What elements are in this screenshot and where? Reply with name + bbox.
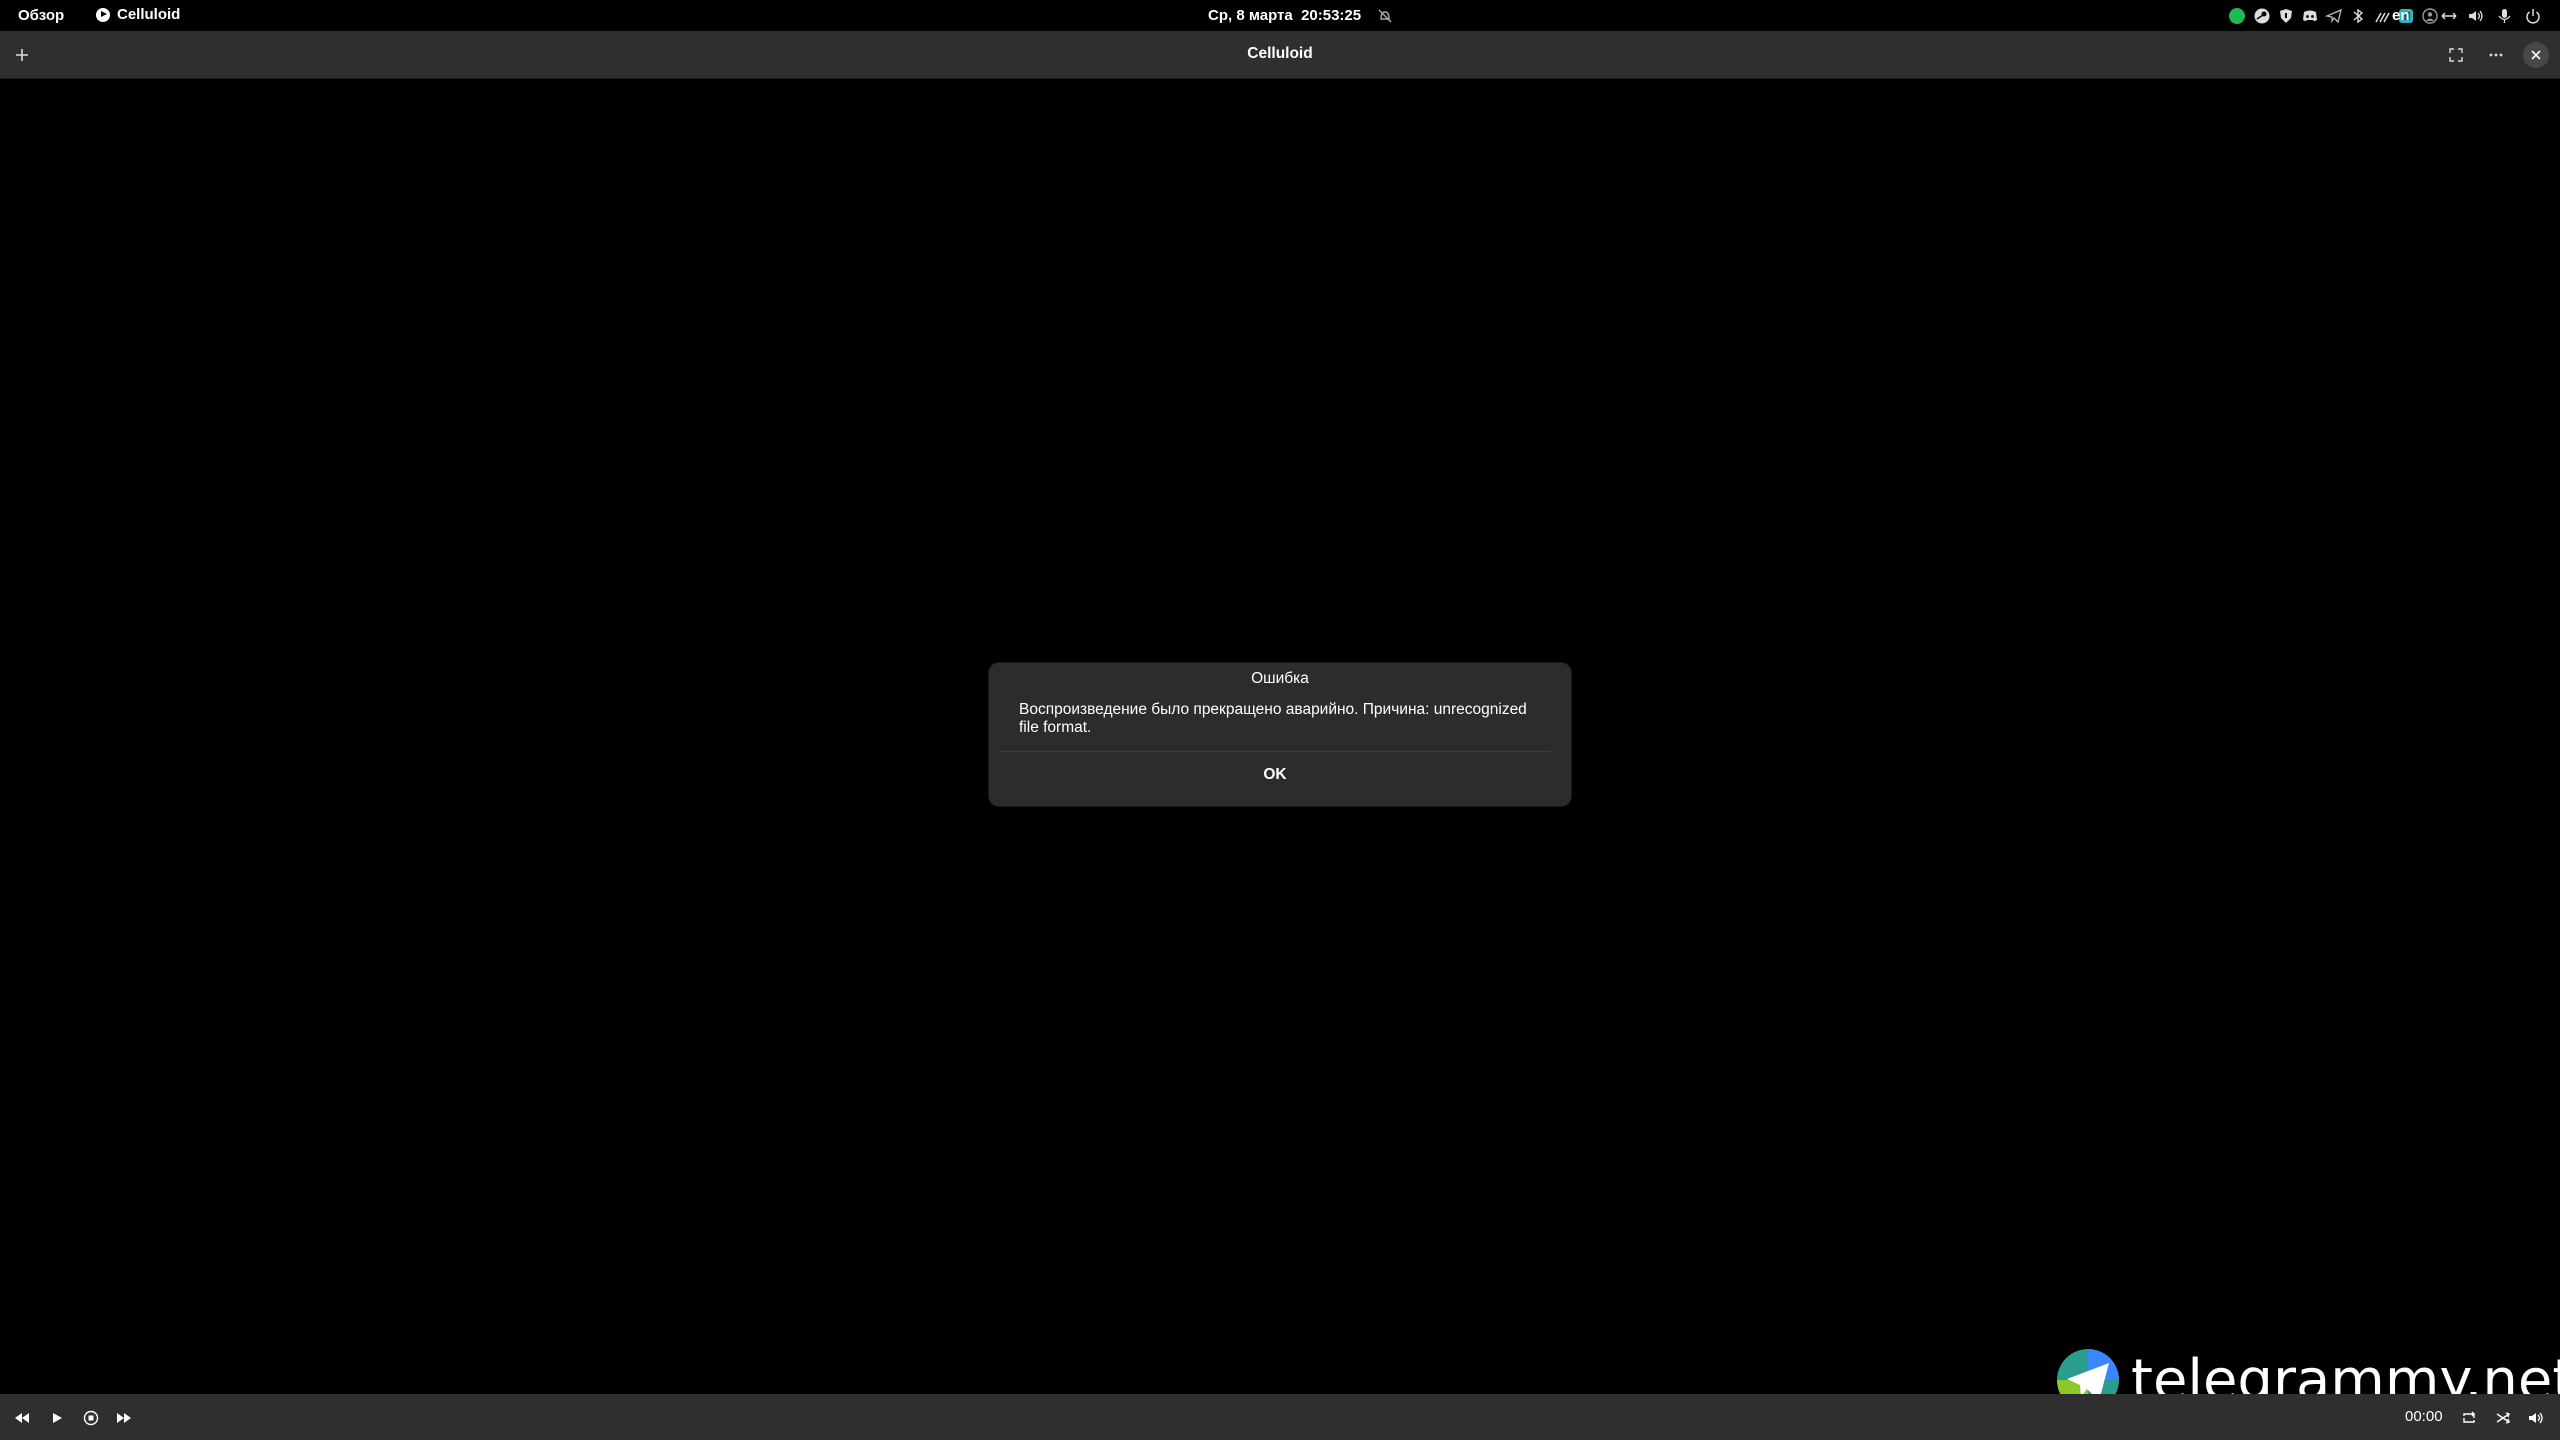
bluetooth-icon[interactable] (2349, 7, 2367, 25)
forward-button[interactable] (114, 1408, 134, 1428)
volume-button[interactable] (2526, 1408, 2546, 1428)
power-icon[interactable] (2524, 7, 2542, 25)
close-button[interactable] (2523, 42, 2549, 68)
app-menu[interactable]: Celluloid (96, 6, 180, 23)
play-icon (53, 1413, 62, 1423)
discord-icon[interactable] (2301, 7, 2319, 25)
rewind-icon (15, 1413, 29, 1423)
dialog-message: Воспроизведение было прекращено аварийно… (1019, 701, 1527, 736)
ok-button[interactable]: OK (999, 752, 1551, 798)
window-title: Celluloid (1247, 45, 1313, 62)
window-headerbar: Celluloid (0, 31, 2560, 79)
telegram-icon[interactable] (2325, 7, 2343, 25)
play-button[interactable] (47, 1408, 67, 1428)
clock-label: Ср, 8 марта 20:53:25 (1208, 7, 1362, 24)
activities-button[interactable]: Обзор (18, 7, 64, 24)
shield-icon[interactable] (2277, 7, 2295, 25)
green-dot-icon[interactable] (2228, 7, 2246, 25)
repeat-icon (2463, 1411, 2475, 1423)
fullscreen-icon (2449, 48, 2463, 62)
menu-button[interactable] (2483, 42, 2509, 68)
account-icon[interactable] (2421, 7, 2439, 25)
language-indicator[interactable]: en (2392, 7, 2410, 24)
stop-icon (83, 1410, 99, 1426)
volume-icon (2529, 1412, 2543, 1424)
steam-icon[interactable] (2253, 7, 2271, 25)
playback-controls: 00:00 (0, 1394, 2560, 1440)
error-dialog: Ошибка Воспроизведение было прекращено а… (989, 663, 1571, 806)
clock[interactable]: Ср, 8 марта 20:53:25 (1208, 7, 1393, 24)
close-icon (2531, 50, 2541, 60)
network-icon[interactable] (2440, 7, 2458, 25)
fullscreen-button[interactable] (2443, 42, 2469, 68)
repeat-button[interactable] (2459, 1408, 2479, 1428)
notifications-off-icon (1377, 8, 1393, 24)
volume-icon[interactable] (2467, 7, 2485, 25)
time-label: 00:00 (2405, 1408, 2443, 1425)
microphone-icon[interactable] (2495, 7, 2513, 25)
shuffle-button[interactable] (2493, 1408, 2513, 1428)
rewind-button[interactable] (12, 1408, 32, 1428)
pen-icon[interactable] (2373, 7, 2391, 25)
app-menu-label: Celluloid (117, 6, 181, 23)
top-panel: Обзор Celluloid Ср, 8 марта 20:53:25 en (0, 0, 2560, 31)
menu-icon (2489, 53, 2503, 57)
forward-icon (117, 1413, 131, 1423)
stop-button[interactable] (81, 1408, 101, 1428)
shuffle-icon (2496, 1412, 2510, 1424)
celluloid-app-icon (96, 7, 110, 22)
dialog-title: Ошибка (1251, 670, 1309, 687)
